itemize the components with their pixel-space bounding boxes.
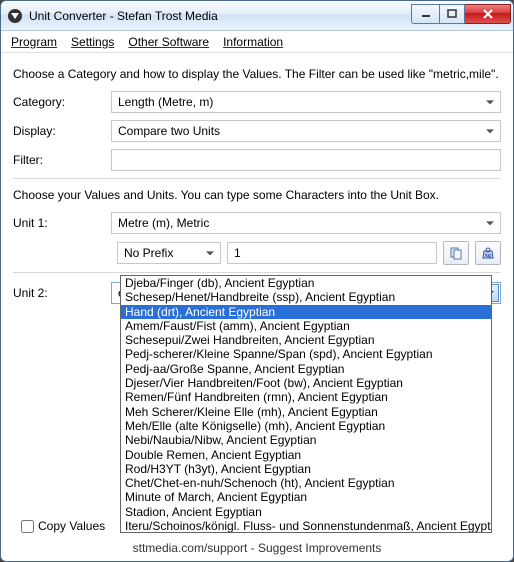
menu-program[interactable]: Program [11,35,57,49]
dropdown-option[interactable]: Meh/Elle (alte Königselle) (mh), Ancient… [121,419,491,433]
copy-values-checkbox[interactable] [21,520,34,533]
dropdown-option[interactable]: Djeser/Vier Handbreiten/Foot (bw), Ancie… [121,376,491,390]
dropdown-option[interactable]: Meh Scherer/Kleine Elle (mh), Ancient Eg… [121,405,491,419]
maximize-button[interactable] [439,4,465,24]
prefix-dropdown[interactable]: No Prefix [117,242,221,264]
dropdown-option[interactable]: Hand (drt), Ancient Egyptian [121,305,491,319]
app-window: Unit Converter - Stefan Trost Media Prog… [0,0,514,562]
dropdown-option[interactable]: Schesep/Henet/Handbreite (ssp), Ancient … [121,290,491,304]
category-dropdown[interactable]: Length (Metre, m) [111,91,501,113]
category-instruction: Choose a Category and how to display the… [13,67,501,81]
menu-other-software[interactable]: Other Software [128,35,209,49]
unit-instruction: Choose your Values and Units. You can ty… [13,188,501,202]
dropdown-option[interactable]: Nebi/Naubia/Nibw, Ancient Egyptian [121,433,491,447]
titlebar: Unit Converter - Stefan Trost Media [1,1,513,31]
dropdown-option[interactable]: Pedj-scherer/Kleine Spanne/Span (spd), A… [121,347,491,361]
dropdown-option[interactable]: Iteru/Schoinos/königl. Fluss- und Sonnen… [121,519,491,533]
dropdown-option[interactable]: Stadion, Ancient Egyptian [121,505,491,519]
footer-link[interactable]: sttmedia.com/support - Suggest Improveme… [1,541,513,555]
app-icon [7,8,23,24]
unit2-dropdown-list[interactable]: Djeba/Finger (db), Ancient EgyptianSches… [120,275,492,533]
menu-settings[interactable]: Settings [71,35,114,49]
copy-button[interactable] [443,241,469,265]
weight-icon: kg [481,246,495,260]
dropdown-option[interactable]: Chet/Chet-en-nuh/Schenoch (ht), Ancient … [121,476,491,490]
copy-values-row: Copy Values [21,519,105,533]
unit1-dropdown[interactable]: Metre (m), Metric [111,212,501,234]
display-label: Display: [13,124,111,138]
svg-text:kg: kg [485,253,491,259]
unit1-label: Unit 1: [13,216,111,230]
copy-icon [449,246,463,260]
dropdown-option[interactable]: Double Remen, Ancient Egyptian [121,448,491,462]
dropdown-option[interactable]: Minute of March, Ancient Egyptian [121,490,491,504]
dropdown-option[interactable]: Rod/H3YT (h3yt), Ancient Egyptian [121,462,491,476]
menubar: Program Settings Other Software Informat… [1,31,513,53]
filter-label: Filter: [13,153,111,167]
dropdown-option[interactable]: Amem/Faust/Fist (amm), Ancient Egyptian [121,319,491,333]
weight-button[interactable]: kg [475,241,501,265]
menu-information[interactable]: Information [223,35,283,49]
dropdown-option[interactable]: Pedj-aa/Große Spanne, Ancient Egyptian [121,362,491,376]
dropdown-option[interactable]: Djeba/Finger (db), Ancient Egyptian [121,276,491,290]
category-label: Category: [13,95,111,109]
content-area: Choose a Category and how to display the… [1,53,513,304]
dropdown-option[interactable]: Schesepui/Zwei Handbreiten, Ancient Egyp… [121,333,491,347]
dropdown-option[interactable]: Remen/Fünf Handbreiten (rmn), Ancient Eg… [121,390,491,404]
window-controls [411,8,511,24]
separator-2 [13,272,501,273]
filter-input[interactable] [111,149,501,171]
display-dropdown[interactable]: Compare two Units [111,120,501,142]
minimize-button[interactable] [411,4,439,24]
close-button[interactable] [465,4,511,24]
separator [13,178,501,179]
copy-values-label: Copy Values [38,519,105,533]
window-title: Unit Converter - Stefan Trost Media [29,9,411,23]
unit2-label: Unit 2: [13,286,111,300]
value-input[interactable]: 1 [227,242,437,264]
